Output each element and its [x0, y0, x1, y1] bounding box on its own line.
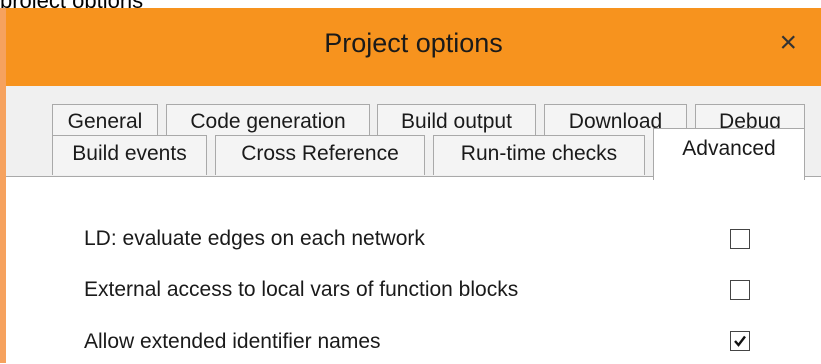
dialog-title: Project options [324, 28, 503, 58]
project-options-dialog: Project options × General Code generatio… [0, 8, 821, 364]
tab-cross-reference[interactable]: Cross Reference [215, 135, 425, 175]
option-label-external-access: External access to local vars of functio… [84, 278, 519, 301]
advanced-options-panel: LD: evaluate edges on each network Exter… [6, 176, 821, 364]
tab-build-events[interactable]: Build events [52, 135, 207, 175]
option-label-extended-identifiers: Allow extended identifier names [84, 330, 381, 353]
tab-runtime-checks[interactable]: Run-time checks [433, 135, 645, 175]
checkmark-icon [734, 335, 746, 347]
close-icon[interactable]: × [779, 26, 797, 60]
title-bar: Project options × [6, 8, 821, 86]
checkbox-ld-evaluate-edges[interactable] [730, 229, 750, 249]
checkbox-extended-identifiers[interactable] [730, 331, 750, 351]
option-label-ld-evaluate-edges: LD: evaluate edges on each network [84, 227, 425, 250]
tab-strip: General Code generation Build output Dow… [6, 86, 821, 186]
tab-advanced[interactable]: Advanced [653, 128, 805, 180]
checkbox-external-access[interactable] [730, 280, 750, 300]
